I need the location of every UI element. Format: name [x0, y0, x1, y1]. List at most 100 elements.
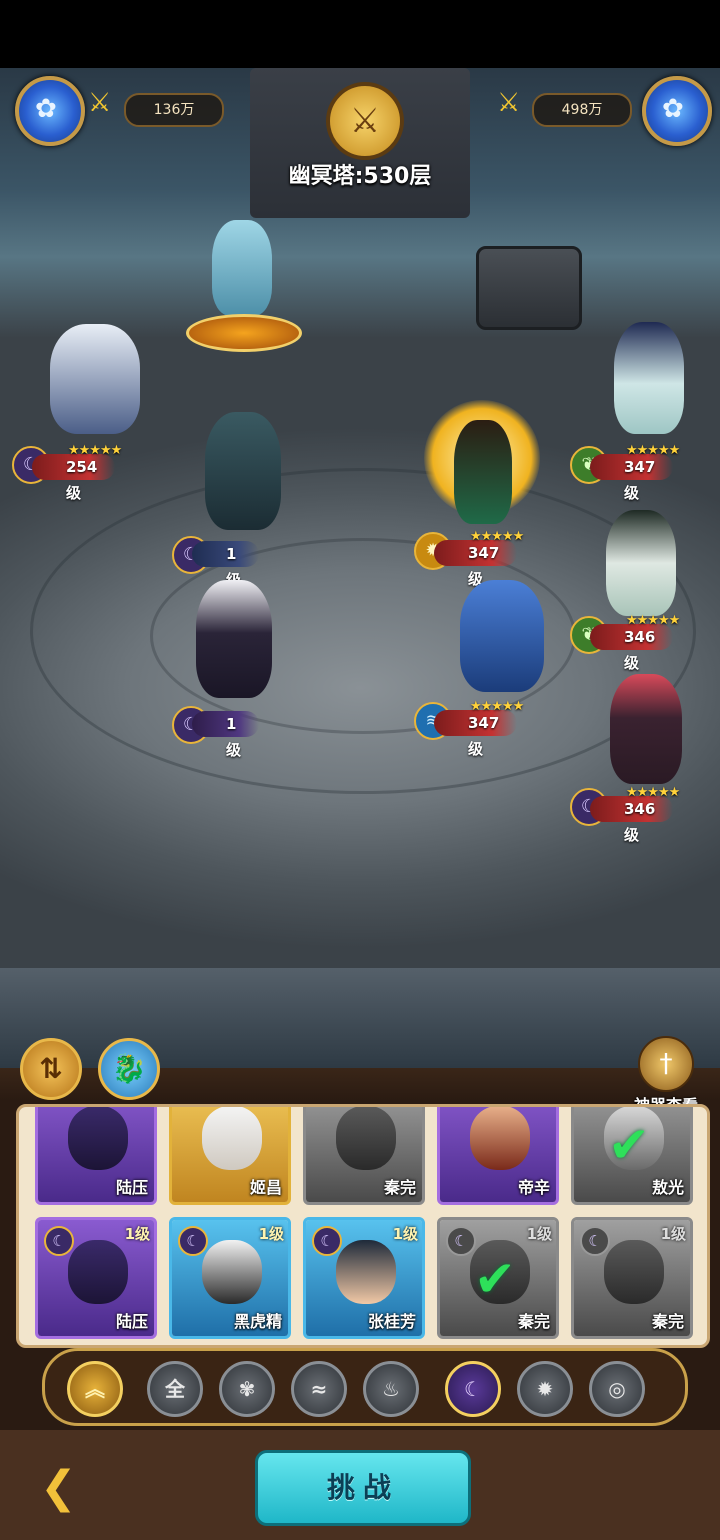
hero-card[interactable]: 陆压	[35, 1107, 157, 1205]
moon-element-icon: ☾	[178, 1226, 208, 1256]
hero-level: 1级	[124, 1225, 150, 1243]
hero-roster-panel[interactable]: 陆压 姬昌 秦完 帝辛 ✔ 敖光 ☾ 1级 陆压 ☾ 1级 黑虎精 ☾ 1级 张…	[16, 1104, 710, 1348]
hero-name: 秦完	[383, 1178, 416, 1197]
moon-element-icon: ☾	[446, 1226, 476, 1256]
star-rating: ★★★★★	[470, 699, 524, 714]
pet-select-button[interactable]: 🐉	[98, 1038, 160, 1100]
pet-body	[212, 220, 272, 316]
vortex-filter-icon[interactable]: ◎	[589, 1361, 645, 1417]
hero-figure	[610, 674, 682, 784]
dragon-pet-icon: 🐉	[111, 1052, 147, 1085]
hero-portrait	[470, 1107, 530, 1170]
moon-element-icon: ☾	[44, 1226, 74, 1256]
hero-card[interactable]: ☾ 1级 陆压	[35, 1217, 157, 1339]
hero-figure	[606, 510, 676, 616]
level-badge: 1级	[192, 711, 259, 759]
level-badge: ★★★★★ 347级	[590, 443, 680, 502]
left-hero-1[interactable]	[20, 318, 150, 438]
hero-card[interactable]: ☾ 1级 黑虎精	[169, 1217, 291, 1339]
hero-name: 帝辛	[517, 1178, 550, 1197]
hero-card[interactable]: ☾ 1级 ✔ 秦完	[437, 1217, 559, 1339]
gear-filter-icon[interactable]: ✹	[517, 1361, 573, 1417]
hero-card[interactable]: ☾ 1级 张桂芳	[303, 1217, 425, 1339]
moon-element-icon: ☾	[312, 1226, 342, 1256]
hero-figure	[460, 580, 544, 692]
rank-up-chevron-icon[interactable]: ︽	[67, 1361, 123, 1417]
filter-all-button[interactable]: 全	[147, 1361, 203, 1417]
left-power-value: 136万	[124, 93, 224, 127]
fire-filter-icon[interactable]: ♨	[363, 1361, 419, 1417]
level-badge: ★★★★★ 347级	[434, 529, 524, 588]
status-bar	[0, 0, 720, 68]
back-arrow-icon[interactable]: ❮	[40, 1462, 77, 1513]
crystal-flower-icon: ✿	[662, 94, 684, 124]
right-hero-2[interactable]	[598, 318, 702, 438]
hero-card[interactable]: 帝辛	[437, 1107, 559, 1205]
hero-level: 1级	[660, 1225, 686, 1243]
tower-floor-label: 幽冥塔:530层	[288, 164, 432, 189]
element-filter-bar: ︽ 全 ✾ ≈ ♨ ☾ ✹ ◎	[42, 1348, 688, 1426]
hero-card[interactable]: ✔ 敖光	[571, 1107, 693, 1205]
moon-filter-icon[interactable]: ☾	[445, 1361, 501, 1417]
right-team-orb[interactable]: ✿	[642, 76, 712, 146]
hero-name: 敖光	[651, 1178, 684, 1197]
hero-card[interactable]: ☾ 1级 秦完	[571, 1217, 693, 1339]
lotus-filter-icon[interactable]: ✾	[219, 1361, 275, 1417]
left-power-icon: ⚔	[88, 88, 112, 118]
hero-portrait	[202, 1107, 262, 1170]
level-badge: ★★★★★ 346级	[590, 613, 680, 672]
star-rating: ★★★★★	[626, 785, 680, 800]
hero-figure	[205, 412, 281, 530]
left-hero-2[interactable]	[185, 408, 295, 538]
right-hero-5[interactable]	[596, 668, 700, 788]
sword-artifact-icon: †	[638, 1036, 694, 1092]
hero-portrait	[68, 1107, 128, 1170]
hero-portrait	[68, 1240, 128, 1304]
challenge-button[interactable]: 挑战	[255, 1450, 471, 1526]
pet-platform	[186, 314, 302, 352]
level-badge: ★★★★★ 347级	[434, 699, 524, 758]
star-rating: ★★★★★	[626, 613, 680, 628]
hero-card[interactable]: 秦完	[303, 1107, 425, 1205]
star-rating: ★★★★★	[626, 443, 680, 458]
hero-portrait	[336, 1240, 396, 1304]
hero-portrait	[202, 1240, 262, 1304]
check-icon: ✔	[474, 1250, 516, 1308]
moon-element-icon: ☾	[580, 1226, 610, 1256]
hero-name: 陆压	[115, 1312, 148, 1331]
hero-name: 张桂芳	[367, 1312, 416, 1331]
right-power-value: 498万	[532, 93, 632, 127]
hero-name: 黑虎精	[233, 1312, 282, 1331]
filter-all-label: 全	[165, 1377, 185, 1401]
crystal-flower-icon: ✿	[35, 94, 57, 124]
pet-on-platform	[186, 210, 302, 352]
hero-name: 姬昌	[249, 1178, 282, 1197]
right-power-icon: ⚔	[497, 88, 521, 118]
hero-level: 1级	[392, 1225, 418, 1243]
right-hero-4[interactable]	[590, 504, 694, 620]
level-badge: ★★★★★ 346级	[590, 785, 680, 844]
star-rating: ★★★★★	[68, 443, 122, 458]
hero-figure	[614, 322, 684, 434]
hero-name: 陆压	[115, 1178, 148, 1197]
left-team-orb[interactable]: ✿	[15, 76, 85, 146]
hero-portrait	[336, 1107, 396, 1170]
star-rating: ★★★★★	[470, 529, 524, 544]
hero-figure	[50, 324, 140, 434]
hero-level: 1级	[526, 1225, 552, 1243]
swap-arrows-icon: ⇅	[39, 1052, 63, 1085]
check-icon: ✔	[608, 1116, 650, 1174]
right-hero-1[interactable]	[424, 400, 540, 528]
level-badge: 1级	[192, 541, 259, 589]
hero-name: 秦完	[517, 1312, 550, 1331]
right-hero-3[interactable]	[440, 570, 560, 698]
hero-portrait	[604, 1240, 664, 1304]
hero-level: 1级	[258, 1225, 284, 1243]
wind-filter-icon[interactable]: ≈	[291, 1361, 347, 1417]
hero-name: 秦完	[651, 1312, 684, 1331]
swap-button[interactable]: ⇅	[20, 1038, 82, 1100]
treasure-chest	[476, 246, 582, 330]
hero-figure	[196, 580, 272, 698]
left-hero-3[interactable]	[172, 576, 292, 704]
hero-card[interactable]: 姬昌	[169, 1107, 291, 1205]
